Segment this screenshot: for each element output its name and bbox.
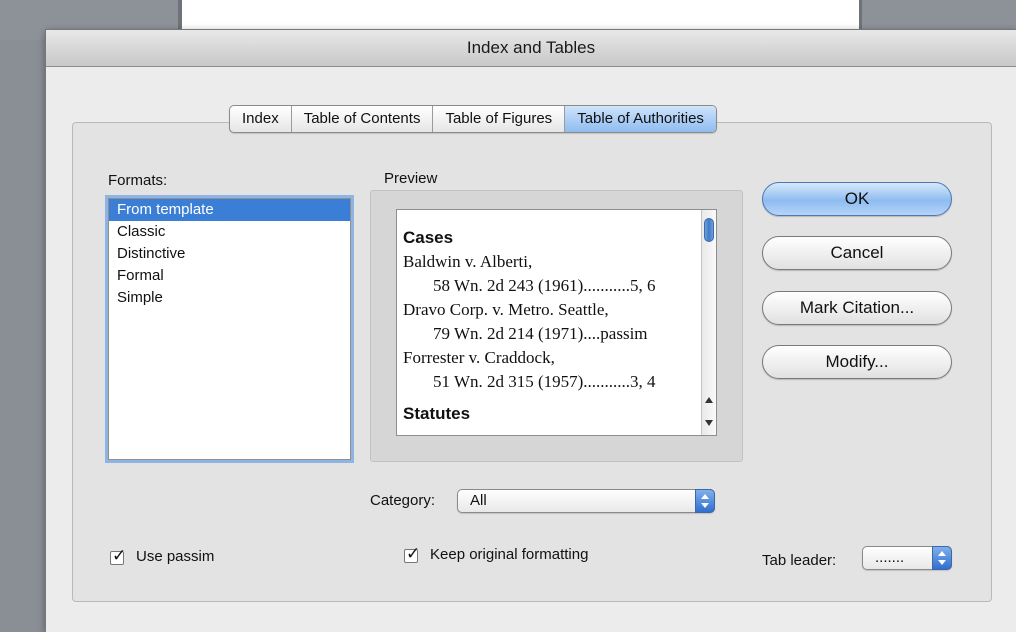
preview-line: 51 Wn. 2d 315 (1957)...........3, 4 xyxy=(433,372,656,391)
modify-button[interactable]: Modify... xyxy=(762,345,952,379)
popup-stepper-icon xyxy=(932,546,952,570)
checkmark-icon: ✓ xyxy=(406,544,421,564)
tab-leader-value: ....... xyxy=(875,549,905,566)
preview-label: Preview xyxy=(384,170,438,187)
scrollbar-thumb[interactable] xyxy=(704,218,714,242)
format-item-formal[interactable]: Formal xyxy=(109,265,350,287)
formats-label: Formats: xyxy=(108,172,168,189)
format-item-classic[interactable]: Classic xyxy=(109,221,350,243)
category-label: Category: xyxy=(370,492,436,509)
tab-leader-label: Tab leader: xyxy=(762,552,837,569)
formats-list[interactable]: From template Classic Distinctive Formal… xyxy=(108,198,351,460)
preview-pane: Cases Baldwin v. Alberti, 58 Wn. 2d 243 … xyxy=(396,209,717,436)
preview-frame: Cases Baldwin v. Alberti, 58 Wn. 2d 243 … xyxy=(370,190,743,462)
index-and-tables-dialog: Index and Tables Index Table of Contents… xyxy=(46,30,1016,632)
cancel-button[interactable]: Cancel xyxy=(762,236,952,270)
title-bar: Index and Tables xyxy=(46,30,1016,67)
preview-line: 79 Wn. 2d 214 (1971)....passim xyxy=(433,324,648,343)
preview-scrollbar[interactable] xyxy=(701,210,716,435)
format-item-simple[interactable]: Simple xyxy=(109,287,350,309)
tab-index[interactable]: Index xyxy=(230,106,292,132)
scroll-up-arrow-icon[interactable] xyxy=(705,397,713,403)
format-item-from-template[interactable]: From template xyxy=(109,199,350,221)
dialog-title: Index and Tables xyxy=(466,38,596,57)
tab-bar: Index Table of Contents Table of Figures… xyxy=(229,105,717,133)
checkmark-icon: ✓ xyxy=(112,546,127,566)
scroll-down-arrow-icon[interactable] xyxy=(705,420,713,426)
keep-original-formatting-checkbox[interactable]: ✓ xyxy=(404,544,420,564)
tab-table-of-contents[interactable]: Table of Contents xyxy=(292,106,434,132)
use-passim-label[interactable]: Use passim xyxy=(136,548,214,565)
ok-button[interactable]: OK xyxy=(762,182,952,216)
category-value: All xyxy=(470,492,487,509)
use-passim-checkbox[interactable]: ✓ xyxy=(110,546,126,566)
format-item-distinctive[interactable]: Distinctive xyxy=(109,243,350,265)
preview-line: 58 Wn. 2d 243 (1961)...........5, 6 xyxy=(433,276,656,295)
keep-original-formatting-label[interactable]: Keep original formatting xyxy=(430,546,588,563)
category-popup[interactable]: All xyxy=(457,489,715,513)
popup-stepper-icon xyxy=(695,489,715,513)
preview-heading-statutes: Statutes xyxy=(403,404,471,423)
preview-line: Dravo Corp. v. Metro. Seattle, xyxy=(403,300,609,319)
preview-line: Baldwin v. Alberti, xyxy=(403,252,533,271)
mark-citation-button[interactable]: Mark Citation... xyxy=(762,291,952,325)
preview-heading-cases: Cases xyxy=(403,228,454,247)
preview-line: Forrester v. Craddock, xyxy=(403,348,555,367)
tab-table-of-authorities[interactable]: Table of Authorities xyxy=(565,106,716,132)
preview-content: Cases Baldwin v. Alberti, 58 Wn. 2d 243 … xyxy=(403,226,703,426)
tab-leader-popup[interactable]: ....... xyxy=(862,546,952,570)
tab-table-of-figures[interactable]: Table of Figures xyxy=(433,106,566,132)
